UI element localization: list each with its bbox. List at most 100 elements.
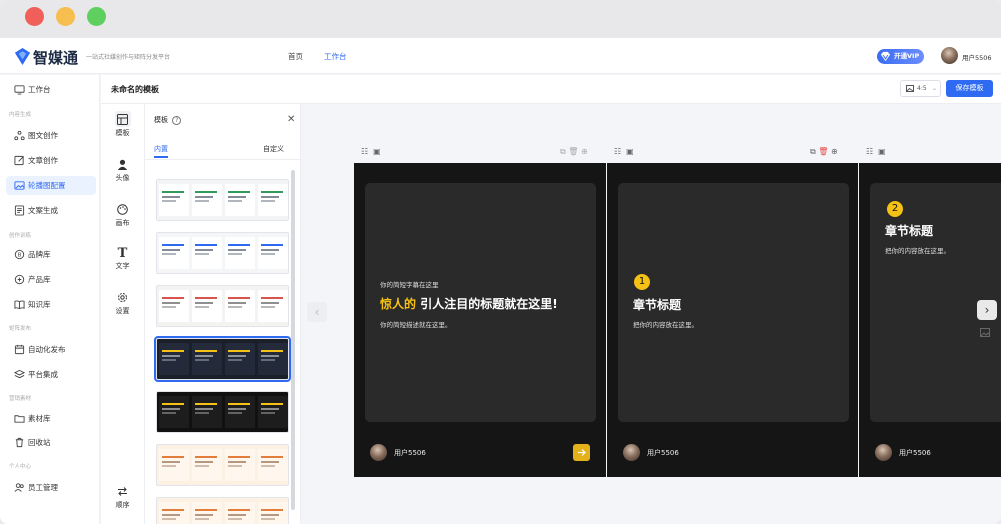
adjust-icon[interactable]: ☷ bbox=[866, 147, 873, 156]
tool-column: 模板 头像 画布 T 文字 设置 顺序 bbox=[101, 104, 144, 524]
panel-title-text: 模板 bbox=[154, 116, 168, 124]
thumbnail-text-line bbox=[261, 191, 283, 193]
nav-workbench[interactable]: 工作台 bbox=[324, 51, 347, 62]
sidebar-item-article[interactable]: 文章创作 bbox=[6, 151, 96, 170]
editor-topbar: 未命名的模板 4:5 ⌄ 保存模板 bbox=[101, 75, 1001, 104]
save-template-button[interactable]: 保存模板 bbox=[946, 80, 993, 97]
thumbnail-text-line bbox=[228, 306, 242, 308]
sidebar-item-product[interactable]: 产品库 bbox=[6, 270, 96, 289]
tool-text[interactable]: T 文字 bbox=[101, 247, 144, 271]
minimize-window-button[interactable] bbox=[56, 7, 75, 26]
thumbnail-text-line bbox=[162, 244, 184, 246]
image-icon[interactable]: ▣ bbox=[878, 147, 886, 156]
nav-home[interactable]: 首页 bbox=[288, 51, 303, 62]
template-thumbnail[interactable] bbox=[156, 179, 289, 221]
thumbnail-text-line bbox=[195, 456, 217, 458]
thumbnail-text-line bbox=[261, 297, 283, 299]
sidebar-item-staff[interactable]: 员工管理 bbox=[6, 478, 96, 497]
template-thumbnail[interactable] bbox=[156, 497, 289, 524]
adjust-icon[interactable]: ☷ bbox=[614, 147, 621, 156]
gear-icon bbox=[118, 293, 127, 302]
copy-delete-add-icons[interactable]: ⧉ 🗑 ⊕ bbox=[560, 147, 600, 157]
copy-delete-add-icons[interactable]: ⧉ 🗑 ⊕ bbox=[810, 147, 850, 157]
thumbnail-card bbox=[225, 396, 255, 428]
slide-description[interactable]: 你的简短描述就在这里。 bbox=[380, 319, 452, 329]
user-avatar[interactable] bbox=[941, 47, 958, 64]
tool-template[interactable]: 模板 bbox=[101, 114, 144, 138]
document-title[interactable]: 未命名的模板 bbox=[111, 84, 159, 95]
section-description[interactable]: 把你的内容放在这里。 bbox=[633, 319, 698, 329]
slide-toolbar: ☷ ▣ bbox=[866, 147, 886, 157]
thumbnail-card bbox=[258, 502, 288, 524]
slide-subtitle[interactable]: 你的简短字幕在这里 bbox=[380, 279, 439, 289]
template-thumbnail[interactable] bbox=[156, 232, 289, 274]
window-titlebar bbox=[0, 0, 1001, 38]
maximize-window-button[interactable] bbox=[87, 7, 106, 26]
sidebar-item-assets[interactable]: 素材库 bbox=[6, 409, 96, 428]
sidebar-item-brand[interactable]: B 品牌库 bbox=[6, 245, 96, 264]
author-name[interactable]: 用户5506 bbox=[647, 448, 679, 458]
close-window-button[interactable] bbox=[25, 7, 44, 26]
sidebar-item-workbench[interactable]: 工作台 bbox=[6, 80, 96, 99]
scrollbar[interactable] bbox=[291, 170, 295, 510]
thumbnail-text-line bbox=[261, 412, 275, 414]
author-name[interactable]: 用户5506 bbox=[394, 448, 426, 458]
nodes-icon bbox=[14, 130, 25, 141]
thumbnail-text-line bbox=[195, 253, 209, 255]
image-icon bbox=[14, 181, 25, 190]
thumbnail-text-line bbox=[228, 359, 242, 361]
image-icon[interactable]: ▣ bbox=[626, 147, 634, 156]
carousel-prev-button[interactable]: ‹ bbox=[307, 302, 327, 322]
sidebar-item-carousel[interactable]: 轮播图配置 bbox=[6, 176, 96, 195]
tool-label: 文字 bbox=[115, 262, 130, 270]
users-icon bbox=[14, 483, 24, 492]
thumbnail-card bbox=[258, 449, 288, 481]
thumbnail-card bbox=[159, 343, 189, 375]
vip-button[interactable]: 开通VIP bbox=[877, 49, 924, 64]
tool-canvas[interactable]: 画布 bbox=[101, 204, 144, 228]
slide-headline[interactable]: 惊人的 引人注目的标题就在这里! bbox=[380, 295, 558, 312]
tab-builtin[interactable]: 内置 bbox=[154, 144, 168, 154]
carousel-next-button[interactable]: › bbox=[977, 300, 997, 320]
aspect-ratio-value: 4:5 bbox=[917, 85, 927, 92]
thumbnail-text-line bbox=[228, 403, 250, 405]
sidebar: 工作台 内容生成 图文创作 文章创作 轮播图配置 文案生成 创作训练 B 品牌库… bbox=[0, 75, 100, 524]
tool-settings[interactable]: 设置 bbox=[101, 292, 144, 316]
template-thumbnail[interactable] bbox=[156, 444, 289, 486]
adjust-icon[interactable]: ☷ bbox=[361, 147, 368, 156]
product-icon bbox=[14, 274, 25, 285]
next-arrow-button[interactable] bbox=[573, 444, 590, 461]
image-icon[interactable] bbox=[980, 328, 990, 337]
sidebar-item-recycle[interactable]: 回收站 bbox=[6, 433, 96, 452]
section-number: 2 bbox=[887, 201, 903, 217]
sidebar-item-label: 回收站 bbox=[28, 438, 51, 447]
thumbnail-text-line bbox=[162, 465, 176, 467]
tool-order[interactable]: 顺序 bbox=[101, 486, 144, 510]
template-thumbnail[interactable] bbox=[154, 336, 291, 382]
author-avatar bbox=[623, 444, 640, 461]
thumbnail-text-line bbox=[162, 509, 184, 511]
slide-1[interactable]: 你的简短字幕在这里 惊人的 引人注目的标题就在这里! 你的简短描述就在这里。 用… bbox=[354, 163, 606, 477]
sidebar-item-knowledge[interactable]: 知识库 bbox=[6, 295, 96, 314]
sidebar-item-platform[interactable]: 平台集成 bbox=[6, 365, 96, 384]
section-title[interactable]: 章节标题 bbox=[633, 296, 681, 313]
user-name[interactable]: 用户5506 bbox=[962, 52, 992, 62]
close-icon[interactable]: ✕ bbox=[287, 114, 295, 125]
template-thumbnail[interactable] bbox=[156, 285, 289, 327]
sidebar-item-auto-publish[interactable]: 自动化发布 bbox=[6, 340, 96, 359]
section-number: 1 bbox=[634, 274, 650, 290]
slide-2[interactable]: 1 章节标题 把你的内容放在这里。 用户5506 bbox=[607, 163, 858, 477]
image-icon[interactable]: ▣ bbox=[373, 147, 381, 156]
sidebar-group-title: 创作训练 bbox=[9, 233, 32, 239]
sidebar-item-image-text[interactable]: 图文创作 bbox=[6, 126, 96, 145]
template-thumbnail[interactable] bbox=[156, 391, 289, 433]
section-title[interactable]: 章节标题 bbox=[885, 222, 933, 239]
aspect-ratio-select[interactable]: 4:5 ⌄ bbox=[900, 80, 941, 97]
help-icon[interactable]: ? bbox=[172, 116, 182, 125]
slide-3[interactable]: 2 章节标题 把你的内容放在这里。 用户5506 bbox=[859, 163, 1001, 477]
author-name[interactable]: 用户5506 bbox=[899, 448, 931, 458]
sidebar-item-copywriting[interactable]: 文案生成 bbox=[6, 201, 96, 220]
tab-custom[interactable]: 自定义 bbox=[263, 144, 284, 154]
section-description[interactable]: 把你的内容放在这里。 bbox=[885, 245, 950, 255]
tool-avatar[interactable]: 头像 bbox=[101, 159, 144, 183]
